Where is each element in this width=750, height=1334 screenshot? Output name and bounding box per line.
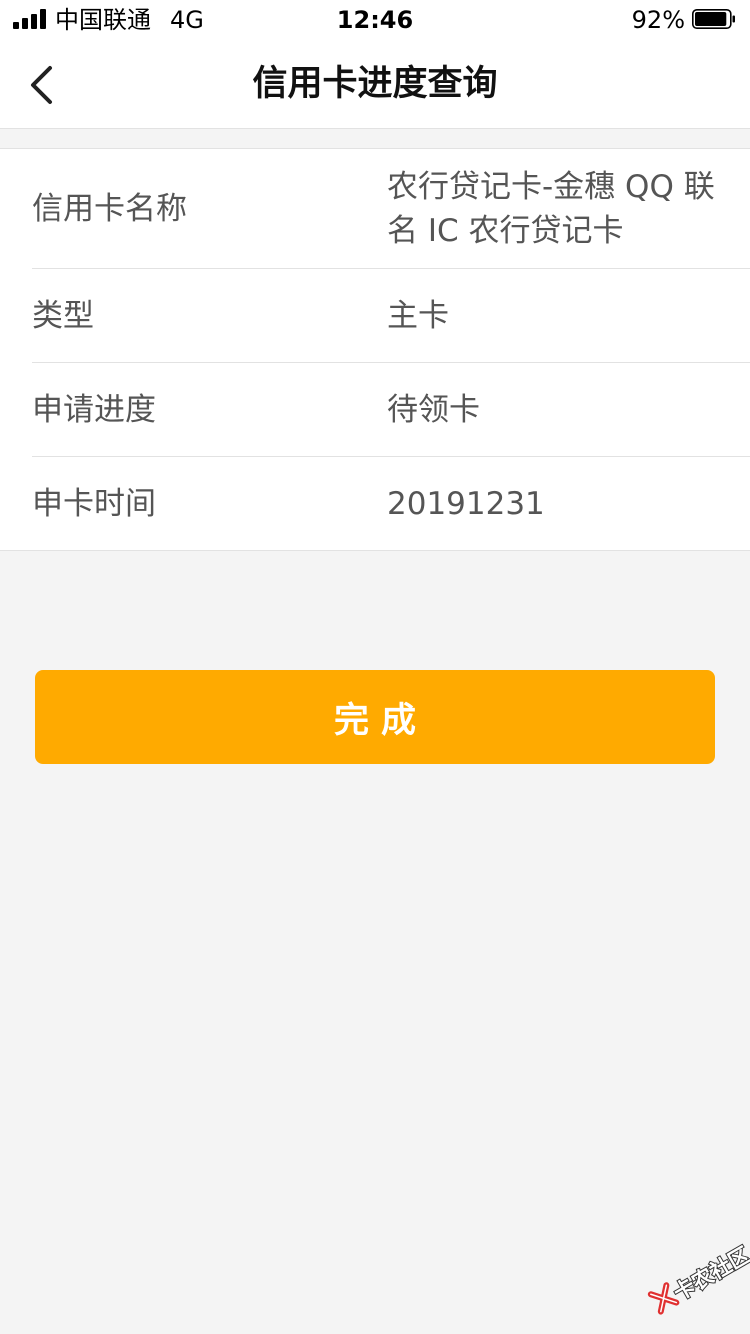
info-row-progress: 申请进度 待领卡 [32,363,750,457]
info-label: 类型 [32,297,94,334]
info-row-apply-date: 申卡时间 20191231 [32,457,750,550]
watermark: 卡农社区 [640,1231,750,1333]
info-label: 申请进度 [32,391,156,428]
info-value: 20191231 [387,485,545,522]
watermark-text: 卡农社区 [668,1242,750,1307]
info-row-card-name: 信用卡名称 农行贷记卡-金穗 QQ 联名 IC 农行贷记卡 [32,149,750,269]
card-info-list: 信用卡名称 农行贷记卡-金穗 QQ 联名 IC 农行贷记卡 类型 主卡 申请进度… [0,148,750,551]
info-label: 信用卡名称 [32,190,187,227]
battery-icon [692,9,735,29]
page-title: 信用卡进度查询 [252,64,498,104]
info-value: 主卡 [387,297,449,334]
info-row-card-type: 类型 主卡 [32,269,750,363]
info-value: 待领卡 [387,391,480,428]
info-value: 农行贷记卡-金穗 QQ 联名 IC 农行贷记卡 [387,168,715,249]
info-label: 申卡时间 [32,485,156,522]
battery-percent: 92% [631,6,685,34]
done-button[interactable]: 完成 [35,670,715,764]
nav-bar: 信用卡进度查询 [0,40,750,129]
status-bar: 中国联通 4G 12:46 92% [0,0,750,40]
